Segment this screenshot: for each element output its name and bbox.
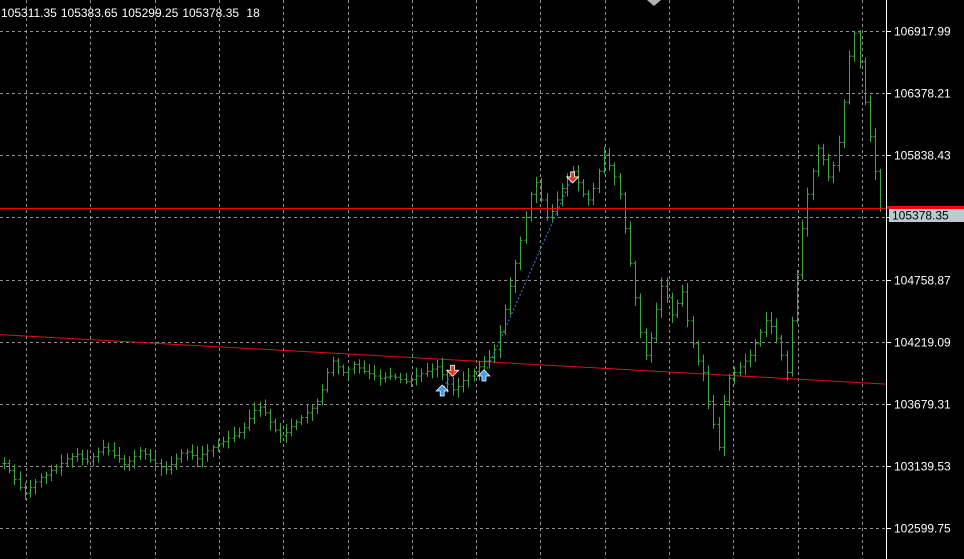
- ohlc-low: 105299.25: [121, 6, 179, 20]
- price-tick-label: 103139.53: [894, 460, 951, 474]
- ohlc-close: 105378.35: [182, 6, 240, 20]
- price-tick-label: 104219.09: [894, 336, 951, 350]
- price-tick-label: 102599.75: [894, 522, 951, 536]
- price-tick-label: 104758.87: [894, 274, 951, 288]
- ohlc-readout: 105311.35 105383.65 105299.25 105378.35 18: [1, 6, 264, 20]
- price-tick-label: 106917.99: [894, 25, 951, 39]
- current-price-tag: 105378.35: [887, 206, 964, 223]
- chart-background: [0, 0, 964, 559]
- price-tag-label: 105378.35: [892, 209, 949, 223]
- price-chart[interactable]: 106917.99106378.21105838.43105298.651047…: [0, 0, 964, 559]
- price-tick-label: 106378.21: [894, 87, 951, 101]
- ohlc-volume: 18: [246, 6, 260, 20]
- ohlc-high: 105383.65: [60, 6, 118, 20]
- price-tick-label: 105838.43: [894, 149, 951, 163]
- ohlc-open: 105311.35: [1, 6, 57, 20]
- price-tick-label: 103679.31: [894, 398, 951, 412]
